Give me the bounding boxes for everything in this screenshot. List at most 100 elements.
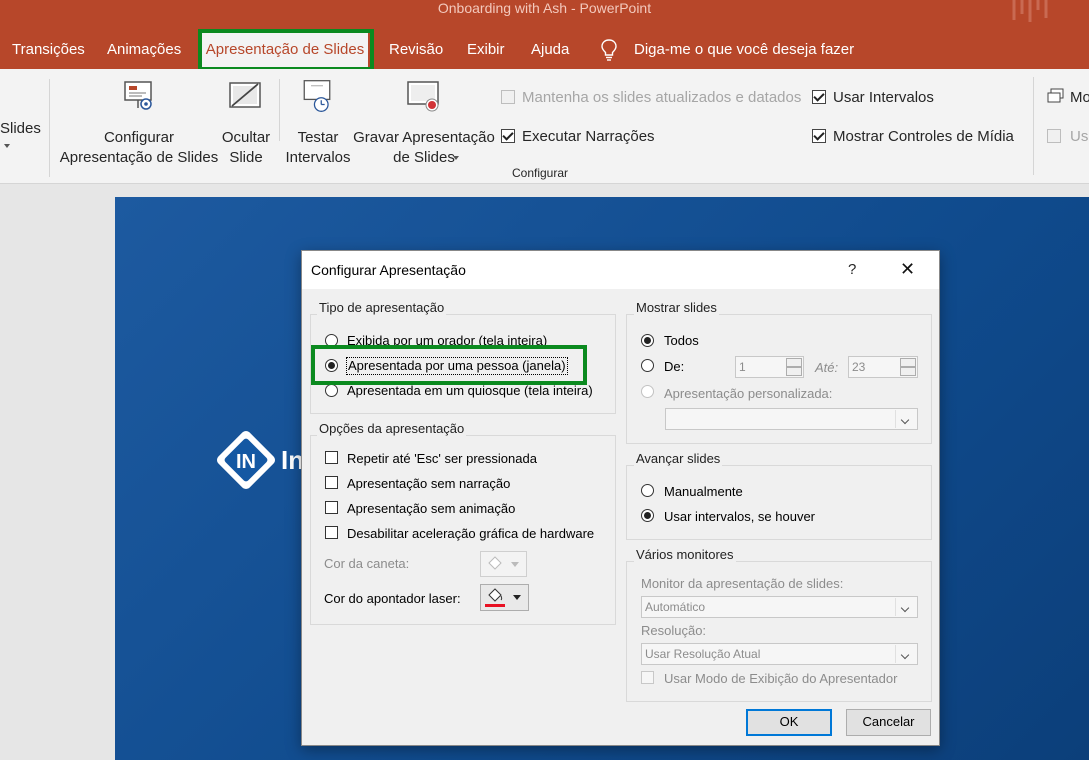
manual-radio[interactable]: [641, 484, 654, 497]
from-value: 1: [739, 360, 746, 374]
resolution-dropdown: Usar Resolução Atual: [641, 643, 918, 665]
rehearse-timings-label-1: Testar: [297, 129, 339, 146]
help-button[interactable]: ?: [848, 261, 856, 278]
no-narration-label[interactable]: Apresentação sem narração: [347, 476, 510, 492]
company-logo-icon: IN: [216, 430, 276, 490]
title-decoration-icon: [1012, 0, 1048, 22]
use-timings-radio[interactable]: [641, 509, 654, 522]
rehearse-timings-icon: [303, 80, 331, 112]
close-icon[interactable]: ✕: [900, 259, 915, 280]
presenter-view-label: Usar Modo de Exibição do Apresentador: [664, 671, 898, 686]
spin-down-icon[interactable]: [900, 367, 916, 376]
advance-group: [626, 465, 932, 540]
record-slideshow-icon: [407, 81, 439, 112]
custom-show-radio: [641, 385, 654, 398]
setup-show-dialog: Configurar Apresentação ? ✕ Tipo de apre…: [301, 250, 940, 746]
manual-label[interactable]: Manualmente: [664, 484, 743, 500]
no-animation-label[interactable]: Apresentação sem animação: [347, 501, 515, 517]
chevron-down-icon: [895, 645, 916, 663]
tab-review[interactable]: Revisão: [389, 40, 443, 60]
slides-partial-label[interactable]: Slides: [0, 119, 41, 139]
show-media-controls-checkbox[interactable]: [812, 129, 826, 143]
chevron-down-icon: [895, 598, 916, 616]
ok-button[interactable]: OK: [746, 709, 832, 736]
divider: [279, 79, 280, 141]
tab-help[interactable]: Ajuda: [531, 40, 569, 60]
keep-updated-label: Mantenha os slides atualizados e datados: [522, 89, 802, 106]
use-timings-checkbox[interactable]: [812, 90, 826, 104]
play-narrations-checkbox[interactable]: [501, 129, 515, 143]
custom-show-dropdown: [665, 408, 918, 430]
divider: [1033, 77, 1034, 175]
no-animation-checkbox[interactable]: [325, 501, 338, 514]
chevron-down-icon: [513, 595, 521, 600]
ribbon-group-label: Configurar: [511, 166, 569, 180]
use-timings-label[interactable]: Usar Intervalos: [833, 88, 934, 108]
setup-slideshow-icon: [124, 81, 152, 110]
show-options-title: Opções da apresentação: [317, 421, 467, 437]
from-input[interactable]: 1: [735, 356, 804, 378]
kiosk-radio-label[interactable]: Apresentada em um quiosque (tela inteira…: [347, 383, 593, 399]
paint-bucket-icon: [488, 556, 502, 570]
to-input[interactable]: 23: [848, 356, 918, 378]
laser-color-label: Cor do apontador laser:: [324, 591, 461, 606]
custom-show-label: Apresentação personalizada:: [664, 386, 833, 401]
record-slideshow-button[interactable]: Gravar Apresentação de Slides: [352, 75, 496, 175]
record-slideshow-label-1: Gravar Apresentação: [353, 129, 495, 146]
monitor-value: Automático: [645, 600, 706, 614]
from-label[interactable]: De:: [664, 359, 684, 375]
laser-color-swatch: [485, 604, 505, 607]
from-radio[interactable]: [641, 359, 654, 372]
disable-hw-accel-label[interactable]: Desabilitar aceleração gráfica de hardwa…: [347, 526, 594, 542]
tab-view[interactable]: Exibir: [467, 40, 505, 60]
spin-up-icon[interactable]: [900, 358, 916, 367]
window-title: Onboarding with Ash - PowerPoint: [437, 0, 652, 16]
show-type-title: Tipo de apresentação: [317, 300, 447, 316]
dialog-titlebar: Configurar Apresentação ? ✕: [302, 251, 939, 289]
monitors-title: Vários monitores: [634, 547, 736, 563]
tab-animations[interactable]: Animações: [107, 40, 181, 60]
to-label: Até:: [815, 360, 839, 375]
monitor-partial-label[interactable]: Mo: [1070, 88, 1089, 108]
spin-up-icon[interactable]: [786, 358, 802, 367]
rehearse-timings-button[interactable]: Testar Intervalos: [284, 75, 352, 175]
monitor-dropdown: Automático: [641, 596, 918, 618]
setup-slideshow-button[interactable]: Configurar Apresentação de Slides: [58, 75, 220, 175]
hide-slide-icon: [229, 82, 261, 108]
tab-highlight-box: [198, 29, 374, 71]
use-presenter-checkbox: [1047, 129, 1061, 143]
lightbulb-icon: [601, 39, 617, 61]
tell-me-search[interactable]: Diga-me o que você deseja fazer: [634, 40, 854, 60]
spin-down-icon[interactable]: [786, 367, 802, 376]
title-bar: Onboarding with Ash - PowerPoint Transiç…: [0, 0, 1089, 71]
keep-updated-checkbox: [501, 90, 515, 104]
loop-label[interactable]: Repetir até 'Esc' ser pressionada: [347, 451, 537, 467]
disable-hw-accel-checkbox[interactable]: [325, 526, 338, 539]
presenter-view-checkbox: [641, 671, 654, 684]
all-slides-label[interactable]: Todos: [664, 333, 699, 349]
cancel-button[interactable]: Cancelar: [846, 709, 931, 736]
play-narrations-label[interactable]: Executar Narrações: [522, 127, 655, 147]
hide-slide-button[interactable]: Ocultar Slide: [220, 75, 272, 175]
divider: [49, 79, 50, 177]
resolution-value: Usar Resolução Atual: [645, 647, 761, 661]
no-narration-checkbox[interactable]: [325, 476, 338, 489]
chevron-down-icon: [895, 410, 916, 428]
loop-checkbox[interactable]: [325, 451, 338, 464]
all-slides-radio[interactable]: [641, 334, 654, 347]
laser-color-button[interactable]: [480, 584, 529, 611]
to-spinner[interactable]: [900, 357, 917, 377]
monitor-label: Monitor da apresentação de slides:: [641, 576, 844, 591]
show-slides-title: Mostrar slides: [634, 300, 719, 316]
pen-color-label: Cor da caneta:: [324, 556, 410, 571]
hide-slide-label-1: Ocultar: [221, 129, 271, 146]
use-timings-radio-label[interactable]: Usar intervalos, se houver: [664, 509, 815, 525]
show-media-controls-label[interactable]: Mostrar Controles de Mídia: [833, 127, 1014, 147]
kiosk-radio[interactable]: [325, 384, 338, 397]
from-spinner[interactable]: [786, 357, 803, 377]
setup-slideshow-label-1: Configurar: [103, 129, 175, 146]
tab-transitions[interactable]: Transições: [12, 40, 85, 60]
monitor-icon: [1047, 88, 1064, 103]
to-value: 23: [852, 360, 866, 374]
ribbon: Slides Configurar Apresentação de Slides…: [0, 69, 1089, 184]
